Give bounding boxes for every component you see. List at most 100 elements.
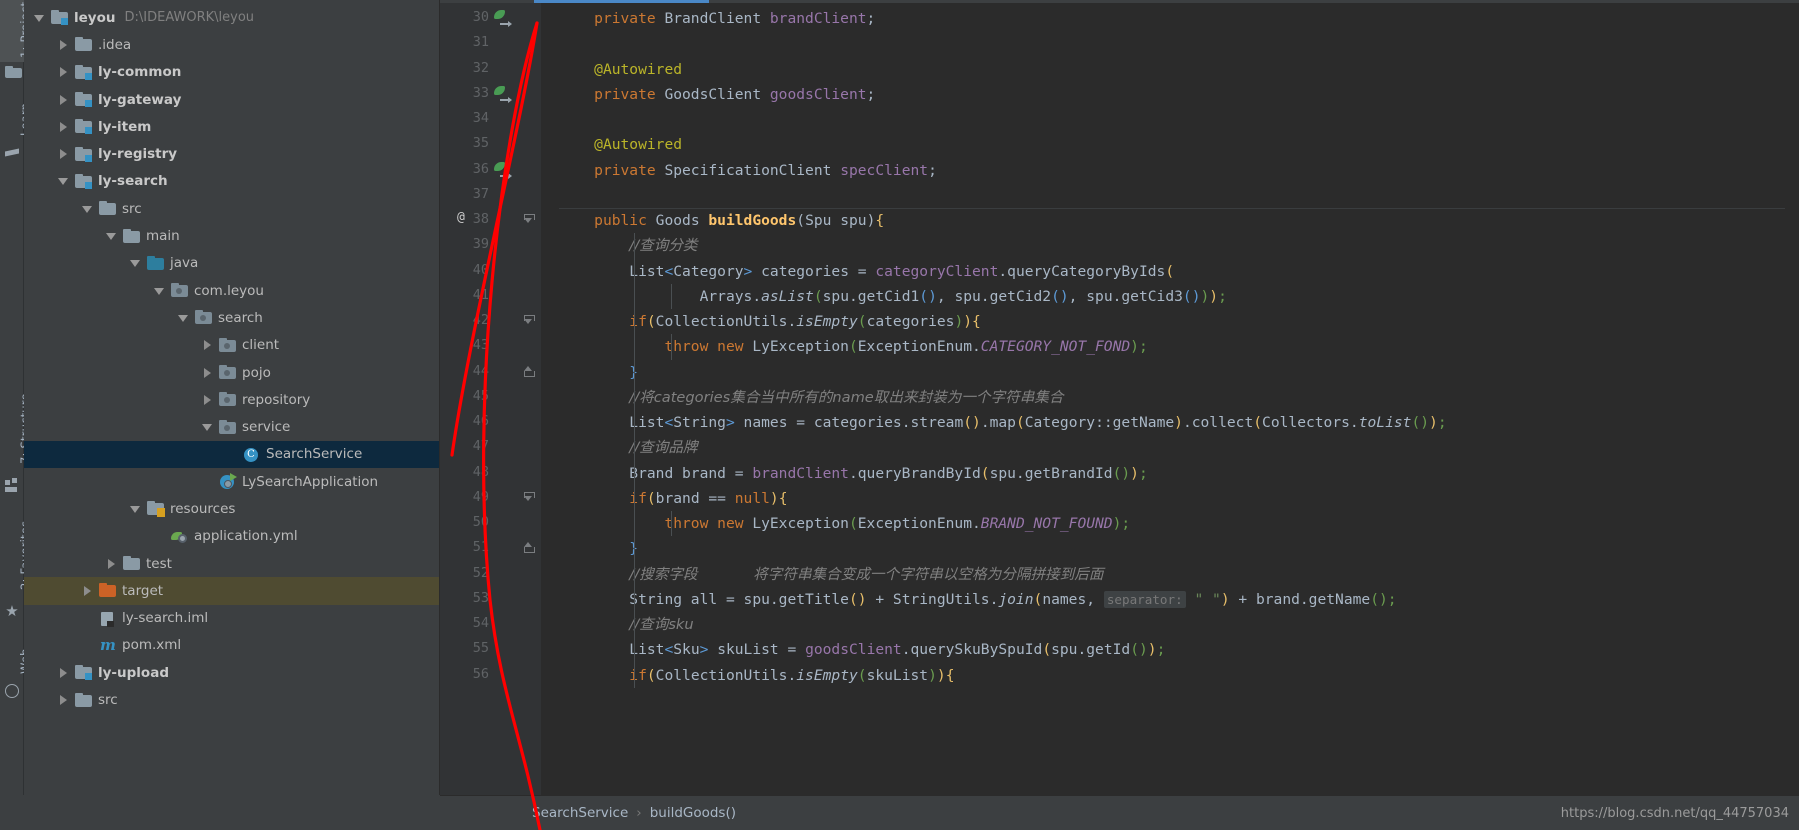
gutter-line[interactable]: 30 xyxy=(449,6,541,31)
chevron-down-icon[interactable] xyxy=(178,313,188,323)
code-fold-icon[interactable] xyxy=(524,365,535,377)
tree-item-client[interactable]: client xyxy=(24,332,439,359)
chevron-right-icon[interactable] xyxy=(58,121,68,132)
tree-item-java[interactable]: java xyxy=(24,250,439,277)
gutter-line[interactable]: 46 xyxy=(449,410,541,435)
code-line[interactable]: throw new LyException(ExceptionEnum.CATE… xyxy=(541,334,1799,360)
gutter-line[interactable]: 34 xyxy=(449,107,541,132)
chevron-right-icon[interactable] xyxy=(58,667,68,678)
code-fold-icon[interactable] xyxy=(524,315,535,325)
gutter-line[interactable]: 47 xyxy=(449,435,541,460)
code-line[interactable] xyxy=(541,31,1799,56)
code-line[interactable]: if(CollectionUtils.isEmpty(categories)){ xyxy=(541,309,1799,335)
tree-item-ly-registry[interactable]: ly-registry xyxy=(24,140,439,167)
code-line[interactable]: //查询sku xyxy=(541,612,1799,638)
chevron-down-icon[interactable] xyxy=(154,286,164,296)
tree-item--idea[interactable]: .idea xyxy=(24,31,439,58)
chevron-down-icon[interactable] xyxy=(58,176,68,186)
chevron-right-icon[interactable] xyxy=(106,558,116,569)
tree-item-ly-upload[interactable]: ly-upload xyxy=(24,659,439,686)
chevron-right-icon[interactable] xyxy=(58,94,68,105)
editor-scrollbar[interactable] xyxy=(1785,3,1799,795)
spring-bean-icon[interactable] xyxy=(494,85,512,103)
gutter-line[interactable]: 48 xyxy=(449,461,541,486)
chevron-right-icon[interactable] xyxy=(58,149,68,160)
tree-item-service[interactable]: service xyxy=(24,413,439,440)
code-line[interactable]: List<String> names = categories.stream()… xyxy=(541,410,1799,436)
tree-item-resources[interactable]: resources xyxy=(24,495,439,522)
tree-item-application-yml[interactable]: application.yml xyxy=(24,523,439,550)
chevron-right-icon[interactable] xyxy=(202,340,212,351)
gutter-line[interactable]: 43 xyxy=(449,334,541,359)
gutter-line[interactable]: 38 @ xyxy=(449,208,541,233)
code-line[interactable]: } xyxy=(541,359,1799,385)
toolwindow-button-project[interactable]: 1: Project xyxy=(0,0,32,62)
gutter-line[interactable]: 55 xyxy=(449,637,541,662)
gutter-line[interactable]: 50 xyxy=(449,511,541,536)
chevron-right-icon[interactable] xyxy=(202,367,212,378)
gutter-line[interactable]: 32 xyxy=(449,57,541,82)
tree-item-ly-gateway[interactable]: ly-gateway xyxy=(24,86,439,113)
code-line[interactable]: //查询品牌 xyxy=(541,435,1799,461)
code-line[interactable]: if(CollectionUtils.isEmpty(skuList)){ xyxy=(541,662,1799,688)
code-line[interactable]: //搜索字段 将字符串集合变成一个字符串以空格为分隔拼接到后面 xyxy=(541,561,1799,587)
gutter-line[interactable]: 44 xyxy=(449,360,541,385)
gutter-line[interactable]: 52 xyxy=(449,562,541,587)
gutter-line[interactable]: 56 xyxy=(449,663,541,688)
tree-item-com-leyou[interactable]: com.leyou xyxy=(24,277,439,304)
code-line[interactable]: if(brand == null){ xyxy=(541,485,1799,511)
spring-bean-icon[interactable] xyxy=(494,161,512,179)
toolwindow-button-web[interactable]: Web xyxy=(0,628,32,680)
code-line[interactable]: @Autowired xyxy=(541,132,1799,157)
project-tree[interactable]: leyou D:\IDEAWORK\leyou .idea ly-common ly-g… xyxy=(24,0,439,714)
code-line[interactable]: } xyxy=(541,536,1799,562)
code-fold-icon[interactable] xyxy=(524,214,535,224)
gutter-line[interactable]: 36 xyxy=(449,158,541,183)
code-line[interactable]: //查询分类 xyxy=(541,233,1799,259)
code-line[interactable]: //将categories集合当中所有的name取出来封装为一个字符串集合 xyxy=(541,384,1799,410)
tree-item-search[interactable]: search xyxy=(24,304,439,331)
tree-item-pojo[interactable]: pojo xyxy=(24,359,439,386)
code-line[interactable]: private GoodsClient goodsClient; xyxy=(541,82,1799,107)
tree-item-ly-search[interactable]: ly-search xyxy=(24,168,439,195)
tree-item-main[interactable]: main xyxy=(24,222,439,249)
gutter-line[interactable]: 33 xyxy=(449,82,541,107)
code-line[interactable]: private SpecificationClient specClient; xyxy=(541,158,1799,183)
code-line[interactable]: String all = spu.getTitle() + StringUtil… xyxy=(541,586,1799,612)
code-line[interactable]: Arrays.asList(spu.getCid1(), spu.getCid2… xyxy=(541,283,1799,309)
override-annotation-icon[interactable]: @ xyxy=(457,210,465,225)
tree-item-src[interactable]: src xyxy=(24,686,439,713)
gutter-line[interactable]: 39 xyxy=(449,233,541,258)
chevron-down-icon[interactable] xyxy=(202,422,212,432)
code-line[interactable] xyxy=(541,107,1799,132)
chevron-right-icon[interactable] xyxy=(58,695,68,706)
tree-item-leyou[interactable]: leyou D:\IDEAWORK\leyou xyxy=(24,4,439,31)
chevron-down-icon[interactable] xyxy=(82,204,92,214)
chevron-right-icon[interactable] xyxy=(82,585,92,596)
breadcrumb-method[interactable]: buildGoods() xyxy=(650,805,736,821)
code-line[interactable] xyxy=(541,183,1799,208)
chevron-down-icon[interactable] xyxy=(130,258,140,268)
chevron-right-icon[interactable] xyxy=(202,394,212,405)
gutter-line[interactable]: 45 xyxy=(449,385,541,410)
toolwindow-button-learn[interactable]: Learn xyxy=(0,86,32,142)
code-fold-icon[interactable] xyxy=(524,542,535,554)
code-text[interactable]: private BrandClient brandClient; @Autowi… xyxy=(541,3,1799,795)
gutter-line[interactable]: 31 xyxy=(449,31,541,56)
tree-item-ly-common[interactable]: ly-common xyxy=(24,59,439,86)
code-fold-icon[interactable] xyxy=(524,491,535,502)
gutter-line[interactable]: 54 xyxy=(449,612,541,637)
code-line[interactable]: public Goods buildGoods(Spu spu){ xyxy=(541,208,1799,233)
chevron-down-icon[interactable] xyxy=(106,231,116,241)
gutter-line[interactable]: 41 xyxy=(449,284,541,309)
tree-item-repository[interactable]: repository xyxy=(24,386,439,413)
code-line[interactable]: @Autowired xyxy=(541,57,1799,82)
breadcrumb-class[interactable]: SearchService xyxy=(532,805,628,821)
gutter-line[interactable]: 35 xyxy=(449,132,541,157)
spring-bean-icon[interactable] xyxy=(494,10,512,27)
tree-item-searchservice[interactable]: C SearchService xyxy=(24,440,439,469)
code-line[interactable]: throw new LyException(ExceptionEnum.BRAN… xyxy=(541,511,1799,537)
gutter-line[interactable]: 49 xyxy=(449,486,541,511)
tree-item-ly-item[interactable]: ly-item xyxy=(24,113,439,140)
chevron-right-icon[interactable] xyxy=(58,39,68,50)
